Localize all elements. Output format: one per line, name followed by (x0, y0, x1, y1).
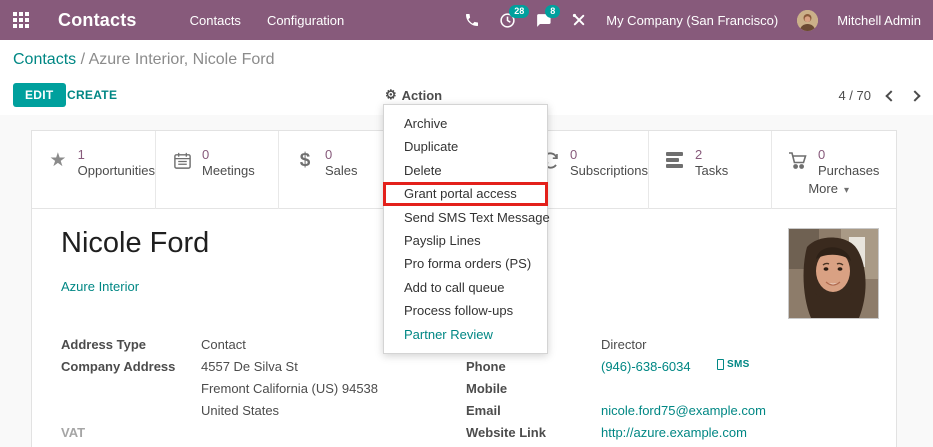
nav-item-configuration[interactable]: Configuration (267, 13, 344, 28)
menu-item-duplicate[interactable]: Duplicate (384, 135, 547, 158)
record-pager: 4 / 70 (838, 88, 919, 103)
app-title: Contacts (58, 10, 137, 31)
field-label-vat: VAT (61, 425, 85, 440)
apps-menu-icon[interactable] (13, 12, 29, 28)
menu-item-add-to-call-queue[interactable]: Add to call queue (384, 276, 547, 299)
tasks-icon (664, 151, 686, 168)
stat-label: Opportunities (78, 163, 155, 178)
menu-item-archive[interactable]: Archive (384, 112, 547, 135)
star-icon: ★ (47, 151, 69, 170)
field-label-phone: Phone (466, 359, 506, 374)
breadcrumb-separator: / (81, 51, 85, 68)
field-label-company-address: Company Address (61, 359, 175, 374)
user-menu[interactable]: Mitchell Admin (837, 13, 921, 28)
stat-value: 0 (570, 147, 648, 162)
action-label: Action (402, 88, 442, 103)
pager-next-icon[interactable] (909, 90, 920, 101)
menu-item-partner-review[interactable]: Partner Review (384, 323, 547, 346)
field-label-mobile: Mobile (466, 381, 507, 396)
stat-label: Meetings (202, 163, 255, 178)
phone-call-icon[interactable] (464, 12, 480, 28)
sms-phone-icon (717, 359, 724, 370)
stat-button-tasks[interactable]: 2Tasks (648, 131, 771, 209)
sms-label: SMS (727, 359, 750, 370)
send-sms-button[interactable]: SMS (717, 359, 750, 370)
stat-value: 0 (202, 147, 255, 162)
stat-label: Tasks (695, 163, 728, 178)
stat-button-purchases[interactable]: 0Purchases (771, 131, 898, 209)
breadcrumb: Contacts / Azure Interior, Nicole Ford (13, 51, 274, 69)
tools-wrench-icon[interactable] (571, 12, 587, 28)
field-label-email: Email (466, 403, 501, 418)
activity-count-badge: 28 (509, 5, 529, 18)
action-dropdown-menu: Archive Duplicate Delete Grant portal ac… (383, 104, 548, 354)
pager-value: 4 / 70 (838, 88, 871, 103)
menu-item-payslip-lines[interactable]: Payslip Lines (384, 229, 547, 252)
stat-label: Sales (325, 163, 358, 178)
field-value-street: 4557 De Silva St (201, 359, 298, 374)
menu-item-send-sms[interactable]: Send SMS Text Message (384, 206, 547, 229)
field-value-email-link[interactable]: nicole.ford75@example.com (601, 403, 766, 418)
stat-value: 0 (325, 147, 358, 162)
menu-item-process-follow-ups[interactable]: Process follow-ups (384, 299, 547, 322)
stat-value: 1 (78, 147, 155, 162)
contact-name-heading: Nicole Ford (61, 227, 209, 260)
gear-icon: ⚙ (385, 87, 397, 103)
field-value-city-state-zip: Fremont California (US) 94538 (201, 381, 378, 396)
create-button[interactable]: CREATE (67, 88, 117, 102)
field-label-website: Website Link (466, 425, 546, 440)
field-value-country: United States (201, 403, 279, 418)
messages-chat-icon[interactable]: 8 (535, 12, 552, 29)
field-value-job-position: Director (601, 337, 647, 352)
breadcrumb-contacts-link[interactable]: Contacts (13, 51, 76, 68)
stat-button-opportunities[interactable]: ★ 1Opportunities (32, 131, 155, 209)
menu-item-delete[interactable]: Delete (384, 159, 547, 182)
field-value-address-type: Contact (201, 337, 246, 352)
message-count-badge: 8 (545, 5, 560, 18)
top-navbar: Contacts Contacts Configuration 28 8 (0, 0, 933, 40)
activities-clock-icon[interactable]: 28 (499, 12, 516, 29)
nav-item-contacts[interactable]: Contacts (190, 13, 241, 28)
field-label-address-type: Address Type (61, 337, 146, 352)
action-menu-toggle[interactable]: ⚙ Action (385, 87, 442, 103)
stat-value: 2 (695, 147, 728, 162)
parent-company-link[interactable]: Azure Interior (61, 279, 139, 294)
contact-photo[interactable] (788, 228, 879, 319)
stat-button-meetings[interactable]: 0Meetings (155, 131, 278, 209)
stat-value: 0 (818, 147, 879, 162)
cart-icon (787, 151, 809, 170)
menu-item-grant-portal-access[interactable]: Grant portal access (384, 182, 547, 205)
contacts-app-screen: Contacts Contacts Configuration 28 8 (0, 0, 933, 447)
pager-previous-icon[interactable] (885, 90, 896, 101)
company-switcher[interactable]: My Company (San Francisco) (606, 13, 778, 28)
chevron-down-icon: ▾ (844, 185, 849, 196)
calendar-icon (171, 151, 193, 170)
user-avatar[interactable] (797, 10, 818, 31)
field-value-website-link[interactable]: http://azure.example.com (601, 425, 747, 440)
menu-item-pro-forma-orders[interactable]: Pro forma orders (PS) (384, 252, 547, 275)
stat-label: Subscriptions (570, 163, 648, 178)
breadcrumb-current: Azure Interior, Nicole Ford (89, 51, 275, 68)
stat-label: Purchases (818, 163, 879, 178)
more-stats-button[interactable]: More▾ (808, 181, 849, 196)
dollar-icon: $ (294, 151, 316, 170)
field-value-phone-link[interactable]: (946)-638-6034 (601, 359, 691, 374)
edit-button[interactable]: EDIT (13, 83, 66, 107)
